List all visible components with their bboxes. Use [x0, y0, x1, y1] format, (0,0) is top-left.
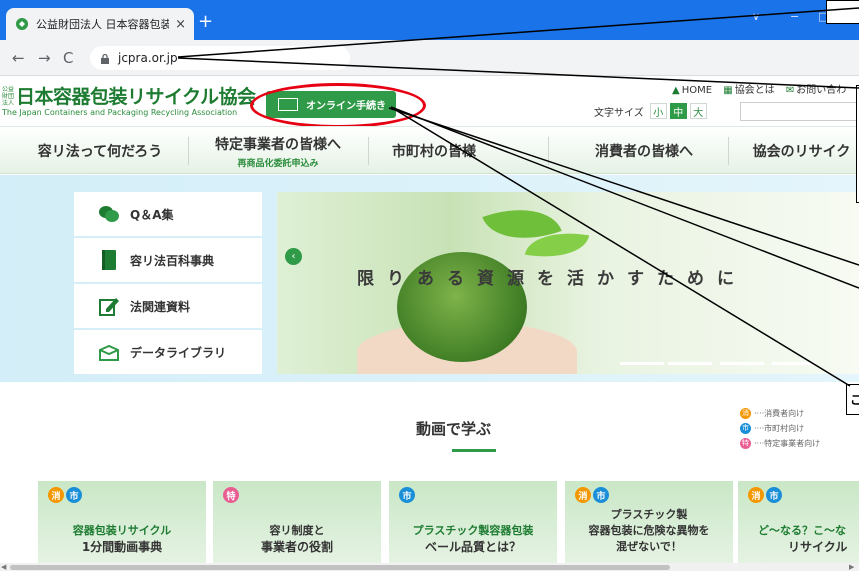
close-tab-icon[interactable]: × [175, 17, 186, 32]
font-large-button[interactable]: 大 [689, 103, 707, 119]
nav-item-about-law[interactable]: 容リ法って何だろう [38, 127, 162, 175]
municipality-badge: 市 [766, 487, 782, 503]
back-arrow-icon[interactable]: ← [12, 49, 25, 67]
side-item-label: データライブラリ [130, 345, 227, 360]
side-item-encyclopedia[interactable]: 容リ法百科事典 [74, 238, 262, 282]
site-favicon-icon [14, 16, 30, 32]
callout-box [826, 0, 859, 24]
legend-label: ····市町村向け [754, 424, 805, 433]
nav-item-business[interactable]: 特定事業者の皆様へ 再商品化委託申込み [212, 127, 344, 175]
video-card[interactable]: 特 容リ制度と 事業者の役割 [213, 481, 381, 571]
video-card-title: ど〜なる？こ〜な リサイクル [758, 524, 848, 554]
video-section-title: 動画で学ぶ [416, 420, 492, 438]
highlight-ellipse [250, 83, 426, 128]
municipality-badge: 市 [593, 487, 609, 503]
book-icon [98, 249, 120, 271]
business-badge: 特 [740, 438, 751, 449]
consumer-badge: 消 [48, 487, 64, 503]
video-card[interactable]: 消市 プラスチック製 容器包装に危険な異物を 混ぜないで！ [565, 481, 733, 571]
nav-item-recycling[interactable]: 協会のリサイク [744, 127, 859, 175]
about-link[interactable]: 協会とは [735, 85, 775, 96]
forward-arrow-icon[interactable]: → [38, 49, 51, 67]
home-icon: ▲ [672, 85, 680, 96]
callout-box: こ [846, 384, 859, 415]
open-box-icon [98, 341, 120, 363]
top-links: ▲ HOME ▦ 協会とは ✉ お問い合わ [672, 81, 846, 96]
scroll-right-icon[interactable]: ▶ [849, 563, 854, 571]
font-medium-button[interactable]: 中 [669, 103, 687, 119]
consumer-badge: 消 [748, 487, 764, 503]
slider-indicator[interactable] [772, 362, 816, 365]
nav-item-label: 消費者の皆様へ [595, 144, 693, 160]
title-underline [452, 449, 496, 452]
banner-caption: 限りある資源を活かすために [357, 269, 747, 289]
font-size-label: 文字サイズ [594, 107, 644, 119]
consumer-badge: 消 [575, 487, 591, 503]
slider-indicator[interactable] [668, 362, 712, 365]
tab-title: 公益財団法人 日本容器包装リサイ [36, 18, 170, 31]
video-card[interactable]: 消市 容器包装リサイクル 1分間動画事典 [38, 481, 206, 571]
font-size-switcher: 文字サイズ 小 中 大 [594, 103, 707, 119]
hero-banner[interactable]: 限りある資源を活かすために [277, 192, 859, 374]
audience-legend: 消 ····消費者向け 市 ····市町村向け 特 ····特定事業者向け [740, 406, 820, 451]
slider-indicator[interactable] [720, 362, 764, 365]
reload-icon[interactable]: C [63, 49, 73, 67]
home-link[interactable]: HOME [682, 85, 712, 96]
contact-link[interactable]: お問い合わ [796, 85, 846, 96]
municipality-badge: 市 [66, 487, 82, 503]
tab-strip: 公益財団法人 日本容器包装リサイ × + ∨ − □ [0, 0, 859, 40]
side-item-label: 容リ法百科事典 [130, 253, 215, 268]
slider-indicator[interactable] [620, 362, 664, 365]
site-search-input[interactable] [740, 102, 859, 121]
building-icon: ▦ [723, 85, 733, 96]
side-menu: Q＆A集 容リ法百科事典 法関連資料 データライブラリ [74, 192, 262, 376]
chat-bubbles-icon [98, 203, 120, 225]
nav-item-label: 特定事業者の皆様へ [215, 136, 341, 153]
site-logo[interactable]: 日本容器包装リサイクル協会 [16, 82, 256, 109]
scroll-left-icon[interactable]: ◀ [1, 563, 6, 571]
video-card[interactable]: 消市 ど〜なる？こ〜な リサイクル [738, 481, 859, 571]
browser-window: 公益財団法人 日本容器包装リサイ × + ∨ − □ ← → C jcpra.o… [0, 0, 859, 571]
side-item-qa[interactable]: Q＆A集 [74, 192, 262, 236]
logo-prefix: 公益財団法人 [2, 86, 15, 107]
mail-icon: ✉ [785, 85, 795, 96]
nav-item-label: 容リ法って何だろう [37, 144, 163, 160]
nav-item-consumer[interactable]: 消費者の皆様へ [588, 127, 700, 175]
tab-search-icon[interactable]: ∨ [752, 10, 760, 23]
legend-label: ····消費者向け [754, 409, 805, 418]
nav-item-label: 市町村の皆様 [392, 144, 476, 160]
video-card-title: プラスチック製 容器包装に危険な異物を 混ぜないで！ [588, 508, 710, 553]
side-item-data-library[interactable]: データライブラリ [74, 330, 262, 374]
font-small-button[interactable]: 小 [649, 103, 667, 119]
video-card-title: 容器包装リサイクル 1分間動画事典 [72, 524, 172, 554]
lock-icon [101, 53, 109, 64]
banner-prev-button[interactable]: ‹ [285, 248, 302, 265]
side-item-label: 法関連資料 [130, 299, 191, 314]
minimize-button[interactable]: − [790, 10, 799, 23]
scrollbar-thumb[interactable] [10, 565, 670, 570]
nav-item-label: 協会のリサイク [752, 144, 851, 160]
nav-item-municipality[interactable]: 市町村の皆様 [384, 127, 484, 175]
pen-document-icon [98, 295, 120, 317]
new-tab-button[interactable]: + [198, 12, 213, 32]
url-text: jcpra.or.jp [118, 51, 178, 65]
nav-item-sublabel: 再商品化委託申込み [237, 158, 319, 169]
site-logo-english: The Japan Containers and Packaging Recyc… [2, 108, 238, 117]
video-card-title: プラスチック製容器包装 ベール品質とは？ [412, 524, 534, 554]
legend-label: ····特定事業者向け [754, 439, 821, 448]
video-card-title: 容リ制度と 事業者の役割 [260, 524, 333, 554]
municipality-badge: 市 [740, 423, 751, 434]
main-navigation: 容リ法って何だろう 特定事業者の皆様へ 再商品化委託申込み 市町村の皆様 消費者… [0, 126, 859, 174]
business-badge: 特 [223, 487, 239, 503]
consumer-badge: 消 [740, 408, 751, 419]
side-item-label: Q＆A集 [130, 207, 174, 222]
video-card[interactable]: 市 プラスチック製容器包装 ベール品質とは？ [389, 481, 557, 571]
browser-tab[interactable]: 公益財団法人 日本容器包装リサイ × [6, 8, 194, 40]
address-bar[interactable]: jcpra.or.jp [90, 46, 350, 70]
side-item-legal-docs[interactable]: 法関連資料 [74, 284, 262, 328]
municipality-badge: 市 [399, 487, 415, 503]
browser-toolbar: ← → C jcpra.or.jp [0, 40, 859, 76]
